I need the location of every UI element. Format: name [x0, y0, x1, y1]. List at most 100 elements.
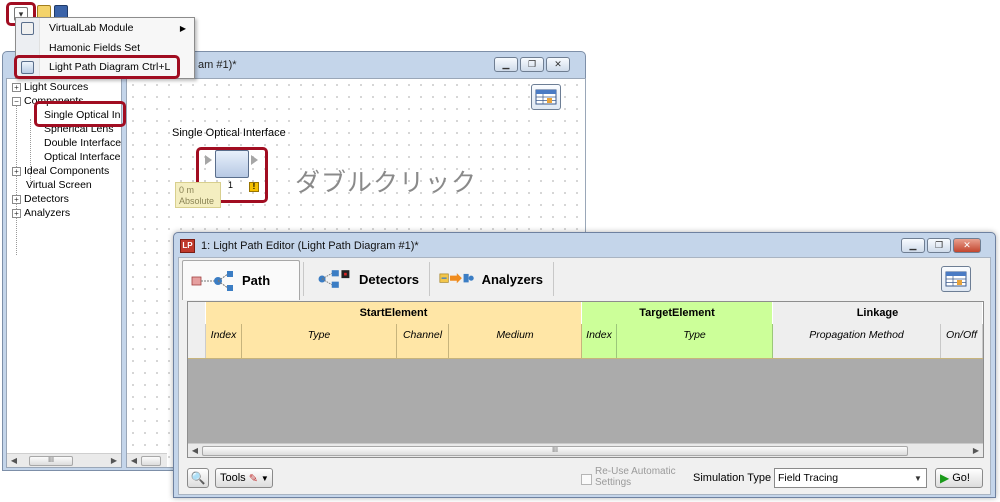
menu-highlight-frame: [14, 55, 180, 79]
path-icon: [191, 270, 233, 291]
component-tree: + Light Sources − Components Single Optica…: [6, 78, 122, 468]
detectors-icon: [318, 270, 350, 288]
canvas-scroll-thumb[interactable]: [141, 455, 161, 466]
cell-propagation-method[interactable]: [773, 346, 941, 358]
simulation-type-select[interactable]: Field Tracing ▼: [774, 468, 927, 488]
scroll-right-icon[interactable]: ▶: [107, 456, 121, 465]
column-header-row: Index Type Channel Medium Index Type Pro…: [188, 324, 983, 346]
tab-analyzers[interactable]: Analyzers: [431, 260, 551, 298]
scroll-left-icon[interactable]: ◀: [7, 456, 21, 465]
editor-tabs: Path Detectors Analyzers: [179, 258, 990, 300]
header-linkage[interactable]: Linkage: [773, 302, 983, 324]
col-start-medium[interactable]: Medium: [449, 324, 582, 346]
expand-icon[interactable]: +: [12, 195, 21, 204]
table-horizontal-scrollbar[interactable]: ◀ III ▶: [188, 443, 983, 457]
cell-on-off[interactable]: [941, 346, 983, 358]
window-title: 1: Light Path Editor (Light Path Diagram…: [201, 240, 419, 252]
tree-item-virtual-screen[interactable]: Virtual Screen: [26, 179, 92, 192]
cell-target-index[interactable]: [582, 346, 617, 358]
scroll-left-icon[interactable]: ◀: [127, 456, 141, 465]
submenu-arrow-icon: ▶: [179, 24, 186, 33]
app-icon: LP: [180, 239, 195, 253]
chevron-down-icon: ▼: [260, 473, 269, 483]
zoom-button[interactable]: 🔍: [187, 468, 209, 488]
analyzers-icon: [439, 273, 474, 284]
component-index: 1: [228, 180, 234, 190]
expand-icon[interactable]: +: [12, 83, 21, 92]
col-on-off[interactable]: On/Off: [941, 324, 983, 346]
reuse-settings-label: Re-Use Automatic Settings: [595, 466, 676, 488]
close-icon: ✕: [554, 59, 562, 69]
window-controls: ▁ ❐ ✕: [901, 238, 981, 253]
reuse-settings-checkbox[interactable]: [581, 474, 592, 485]
collapse-icon[interactable]: −: [12, 97, 21, 106]
col-target-type[interactable]: Type: [617, 324, 773, 346]
scroll-left-icon[interactable]: ◀: [188, 446, 202, 455]
cell-start-medium[interactable]: [449, 346, 582, 358]
tools-icon: ✎: [248, 472, 258, 485]
restore-button[interactable]: ❐: [520, 57, 544, 72]
scroll-thumb[interactable]: III: [29, 455, 73, 466]
close-button[interactable]: ✕: [953, 238, 981, 253]
editor-properties-button[interactable]: [941, 266, 971, 292]
restore-button[interactable]: ❐: [927, 238, 951, 253]
scroll-right-icon[interactable]: ▶: [969, 446, 983, 455]
window-title: am #1)*: [198, 59, 237, 71]
tab-detectors[interactable]: Detectors: [307, 260, 427, 298]
expand-icon[interactable]: +: [12, 167, 21, 176]
module-icon: [21, 22, 34, 35]
cell-start-channel[interactable]: [397, 346, 449, 358]
table-scroll-thumb[interactable]: III: [202, 445, 908, 456]
table-row[interactable]: [188, 346, 983, 359]
table-icon: [945, 271, 967, 287]
cell-start-index[interactable]: [206, 346, 242, 358]
col-propagation-method[interactable]: Propagation Method: [773, 324, 941, 346]
warning-icon[interactable]: !: [249, 182, 259, 192]
path-table[interactable]: StartElement TargetElement Linkage Index…: [187, 301, 984, 458]
light-path-editor-window: LP 1: Light Path Editor (Light Path Diag…: [173, 232, 996, 498]
canvas-horizontal-scrollbar[interactable]: ◀: [127, 453, 167, 467]
restore-icon: ❐: [934, 240, 944, 250]
expand-icon[interactable]: +: [12, 209, 21, 218]
input-port-icon[interactable]: [205, 155, 212, 165]
cell-start-type[interactable]: [242, 346, 397, 358]
go-button[interactable]: ▶ Go!: [935, 468, 983, 488]
window-controls: ▁ ❐ ✕: [494, 57, 570, 72]
tree-item-double-interface[interactable]: Double Interface: [44, 137, 121, 150]
tree-item-optical-interface[interactable]: Optical Interface: [44, 151, 120, 164]
tree-item-detectors[interactable]: + Detectors: [12, 193, 69, 206]
close-icon: ✕: [963, 240, 971, 250]
col-target-index[interactable]: Index: [582, 324, 617, 346]
single-optical-interface-node[interactable]: [215, 150, 249, 178]
col-start-index[interactable]: Index: [206, 324, 242, 346]
tools-menu-button[interactable]: Tools ✎ ▼: [215, 468, 273, 488]
chevron-down-icon: ▼: [914, 473, 922, 483]
close-button[interactable]: ✕: [546, 57, 570, 72]
play-icon: ▶: [940, 471, 950, 485]
restore-icon: ❐: [527, 59, 537, 69]
editor-body: Path Detectors Analyzers StartElement Ta…: [178, 257, 991, 495]
output-port-icon[interactable]: [251, 155, 258, 165]
tree-highlight-frame: [34, 101, 126, 127]
col-start-type[interactable]: Type: [242, 324, 397, 346]
tree-item-light-sources[interactable]: + Light Sources: [12, 81, 88, 94]
col-start-channel[interactable]: Channel: [397, 324, 449, 346]
simulation-type-label: Simulation Type :: [693, 472, 778, 484]
header-target-element[interactable]: TargetElement: [582, 302, 773, 324]
diagram-properties-button[interactable]: [531, 84, 561, 110]
tree-horizontal-scrollbar[interactable]: ◀ III ▶: [7, 453, 121, 467]
tree-item-analyzers[interactable]: + Analyzers: [12, 207, 70, 220]
minimize-button[interactable]: ▁: [901, 238, 925, 253]
position-tag[interactable]: 0 m Absolute: [175, 182, 221, 208]
minimize-icon: ▁: [909, 240, 917, 250]
menu-item-virtuallab-module[interactable]: VirtualLab Module ▶: [16, 19, 194, 38]
table-icon: [535, 89, 557, 105]
tree-item-ideal-components[interactable]: + Ideal Components: [12, 165, 109, 178]
header-start-element[interactable]: StartElement: [206, 302, 582, 324]
minimize-button[interactable]: ▁: [494, 57, 518, 72]
group-header-row: StartElement TargetElement Linkage: [188, 302, 983, 324]
magnifier-icon: 🔍: [190, 471, 206, 485]
tab-path[interactable]: Path: [182, 260, 300, 300]
cell-target-type[interactable]: [617, 346, 773, 358]
minimize-icon: ▁: [502, 59, 510, 69]
